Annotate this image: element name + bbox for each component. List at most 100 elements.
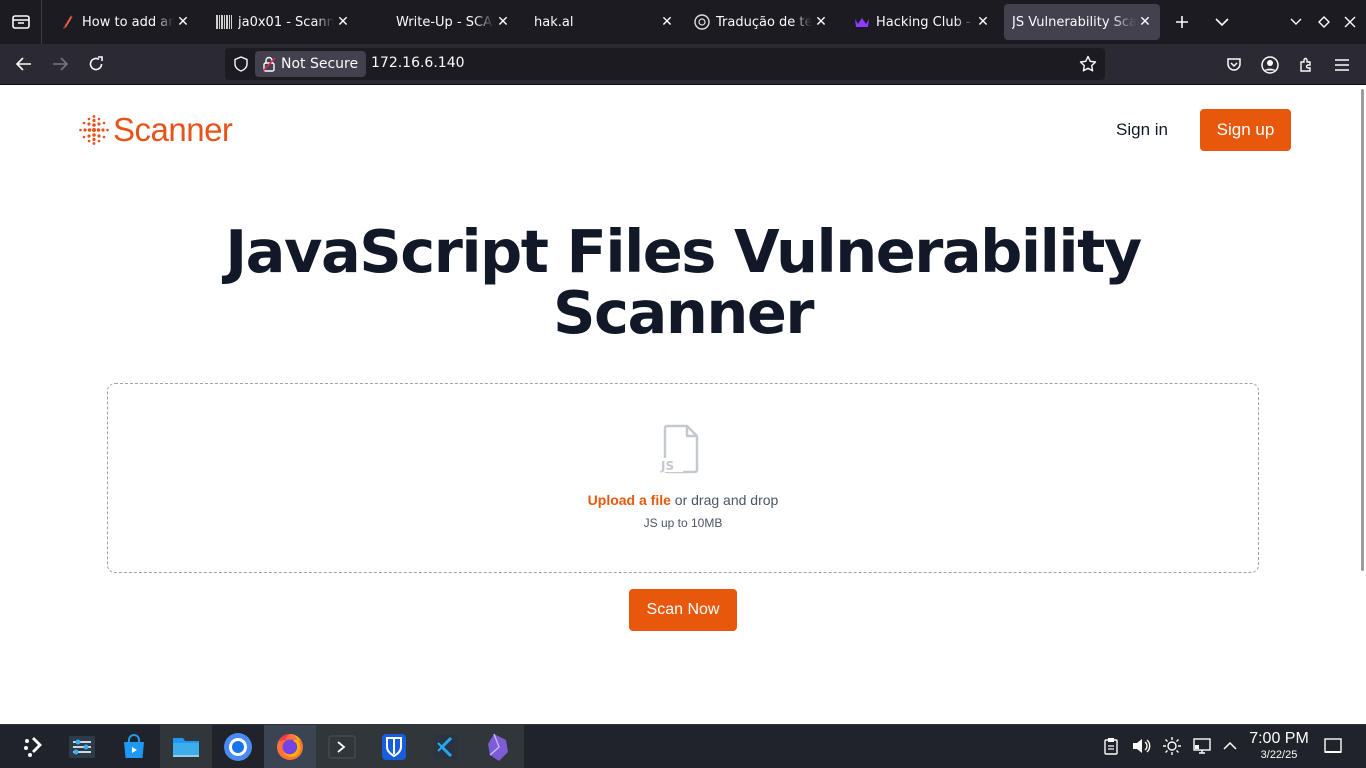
- tab-title: Hacking Club - CTF: [876, 14, 974, 30]
- file-drop-zone[interactable]: JS Upload a file or drag and drop JS up …: [107, 383, 1259, 573]
- taskbar-obsidian[interactable]: [472, 725, 524, 768]
- tab-title: Write-Up - SCANNER: [396, 14, 494, 30]
- firefox-icon: [277, 734, 303, 760]
- taskbar-vscode[interactable]: [420, 725, 472, 768]
- desktop-taskbar: 7:00 PM 3/22/25: [0, 724, 1366, 768]
- tab-hak-al[interactable]: hak.al ✕: [522, 4, 682, 40]
- tab-how-to-add-image[interactable]: How to add an image ✕: [48, 4, 198, 40]
- taskbar-system-settings[interactable]: [56, 725, 108, 768]
- chevron-up-icon: [1223, 742, 1237, 750]
- taskbar-terminal[interactable]: [316, 725, 368, 768]
- vscode-icon: [434, 735, 458, 759]
- sign-in-link[interactable]: Sign in: [1116, 120, 1168, 140]
- system-clock[interactable]: 7:00 PM 3/22/25: [1244, 730, 1314, 762]
- tab-write-up[interactable]: Write-Up - SCANNER ✕: [364, 4, 518, 40]
- tab-title: How to add an image: [82, 14, 174, 30]
- reload-icon: [89, 56, 103, 71]
- taskbar-bitwarden[interactable]: [368, 725, 420, 768]
- tab-js-vulnerability-scanner[interactable]: JS Vulnerability Scanner ✕: [1004, 4, 1160, 40]
- scanner-logo[interactable]: Scanner: [78, 111, 233, 149]
- tab-list-icon: [11, 15, 30, 29]
- logo-text: Scanner: [113, 111, 233, 148]
- web-page: Scanner Sign in Sign up JavaScript Files…: [0, 85, 1366, 724]
- close-tab-icon[interactable]: ✕: [1136, 14, 1154, 30]
- taskbar-chromium[interactable]: [212, 725, 264, 768]
- close-icon: [1344, 16, 1356, 28]
- taskbar-firefox[interactable]: [264, 725, 316, 768]
- window-maximize-button[interactable]: [1310, 8, 1338, 36]
- page-title-line-1: JavaScript Files Vulnerability: [225, 217, 1142, 286]
- tray-network[interactable]: [1191, 735, 1213, 757]
- scanner-dots-logo-icon: [79, 115, 109, 145]
- barcode-icon: [216, 14, 232, 30]
- taskbar-discover-store[interactable]: [108, 725, 160, 768]
- terminal-icon: [328, 735, 356, 759]
- tray-volume[interactable]: [1130, 735, 1152, 757]
- network-wired-icon: [1193, 738, 1211, 754]
- navigation-toolbar: Not Secure 172.16.6.140: [0, 44, 1366, 85]
- tab-title: ja0x01 - Scanner: [238, 14, 334, 30]
- tab-title: Tradução de texto: [716, 14, 812, 30]
- show-desktop-icon: [1324, 738, 1342, 753]
- upload-instructions: Upload a file or drag and drop: [108, 492, 1258, 508]
- pocket-button[interactable]: [1221, 52, 1247, 78]
- diamond-icon: [1318, 16, 1330, 28]
- close-tab-icon[interactable]: ✕: [658, 14, 676, 30]
- sign-up-button[interactable]: Sign up: [1200, 109, 1291, 151]
- clipboard-icon: [1104, 738, 1118, 755]
- back-button[interactable]: [9, 50, 39, 78]
- system-settings-icon: [69, 736, 95, 758]
- upload-size-hint: JS up to 10MB: [643, 516, 723, 530]
- tab-list-button[interactable]: [0, 0, 42, 44]
- tray-brightness[interactable]: [1161, 735, 1183, 757]
- tab-hacking-club[interactable]: Hacking Club - CTF ✕: [842, 4, 998, 40]
- close-tab-icon[interactable]: ✕: [812, 14, 830, 30]
- close-tab-icon[interactable]: ✕: [974, 14, 992, 30]
- pocket-icon: [1227, 58, 1241, 71]
- close-tab-icon[interactable]: ✕: [494, 14, 512, 30]
- volume-icon: [1133, 739, 1151, 753]
- launcher-icon: [24, 737, 42, 757]
- scan-now-button[interactable]: Scan Now: [629, 589, 737, 631]
- chromium-icon: [224, 733, 252, 761]
- chevron-down-icon: [1215, 18, 1229, 26]
- list-all-tabs-button[interactable]: [1208, 8, 1236, 36]
- upload-file-link[interactable]: Upload a file: [588, 492, 671, 508]
- js-file-icon: JS: [659, 424, 699, 474]
- drag-drop-text: or drag and drop: [670, 492, 779, 508]
- chevron-down-icon: [1290, 18, 1302, 25]
- url-bar[interactable]: Not Secure 172.16.6.140: [225, 48, 1105, 80]
- close-tab-icon[interactable]: ✕: [174, 14, 192, 30]
- app-menu-button[interactable]: [1329, 52, 1355, 78]
- page-title-line-2: Scanner: [553, 278, 814, 347]
- forward-button[interactable]: [45, 50, 75, 78]
- url-text[interactable]: 172.16.6.140: [371, 55, 465, 71]
- puzzle-icon: [1300, 57, 1311, 72]
- account-button[interactable]: [1257, 52, 1283, 78]
- tab-title: JS Vulnerability Scanner: [1012, 14, 1136, 30]
- tray-clipboard[interactable]: [1100, 735, 1122, 757]
- extensions-button[interactable]: [1293, 52, 1319, 78]
- brightness-icon: [1163, 737, 1181, 755]
- hamburger-menu-icon: [1335, 59, 1349, 71]
- new-tab-button[interactable]: [1168, 8, 1196, 36]
- tray-expand[interactable]: [1219, 735, 1241, 757]
- application-launcher-button[interactable]: [8, 725, 60, 768]
- window-close-button[interactable]: [1336, 8, 1364, 36]
- obsidian-icon: [488, 733, 508, 761]
- site-security-indicator[interactable]: Not Secure: [255, 51, 367, 77]
- browser-tab-bar: How to add an image ✕ ja0x01 - Scanner ✕…: [0, 0, 1366, 44]
- clock-time: 7:00 PM: [1249, 730, 1309, 747]
- reload-button[interactable]: [81, 50, 111, 78]
- page-title: JavaScript Files Vulnerability Scanner: [0, 221, 1366, 343]
- show-desktop-button[interactable]: [1322, 735, 1344, 757]
- tracking-protection-icon[interactable]: [231, 54, 251, 74]
- translate-icon: [694, 14, 710, 30]
- close-tab-icon[interactable]: ✕: [334, 14, 352, 30]
- taskbar-file-manager[interactable]: [160, 725, 212, 768]
- file-icon-label: JS: [660, 459, 674, 473]
- window-minimize-button[interactable]: [1282, 8, 1310, 36]
- bookmark-star-icon[interactable]: [1077, 53, 1099, 75]
- tab-traducao[interactable]: Tradução de texto ✕: [682, 4, 836, 40]
- tab-ja0x01-scanner[interactable]: ja0x01 - Scanner ✕: [204, 4, 358, 40]
